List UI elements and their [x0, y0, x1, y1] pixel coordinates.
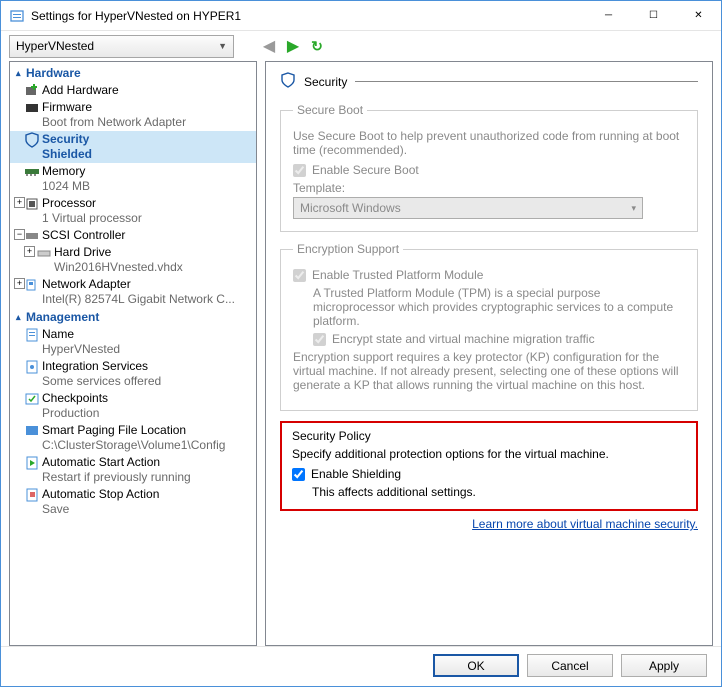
- cancel-button[interactable]: Cancel: [527, 654, 613, 677]
- name-icon: [24, 327, 40, 343]
- main-panel: Security Secure Boot Use Secure Boot to …: [265, 61, 713, 646]
- security-policy-group: Security Policy Specify additional prote…: [280, 421, 698, 511]
- enable-tpm-checkbox: Enable Trusted Platform Module: [293, 268, 685, 282]
- vm-selector[interactable]: HyperVNested ▼: [9, 35, 234, 58]
- auto-stop-icon: [24, 487, 40, 503]
- sidebar-item-integration-services[interactable]: Integration Services Some services offer…: [10, 358, 256, 390]
- title-bar: Settings for HyperVNested on HYPER1 ─ ☐ …: [1, 1, 721, 31]
- integration-icon: [24, 359, 40, 375]
- dialog-buttons: OK Cancel Apply: [1, 646, 721, 684]
- sidebar-item-checkpoints[interactable]: Checkpoints Production: [10, 390, 256, 422]
- secure-boot-group: Secure Boot Use Secure Boot to help prev…: [280, 103, 698, 232]
- security-policy-legend: Security Policy: [292, 429, 686, 443]
- refresh-button[interactable]: ↻: [306, 35, 328, 57]
- section-label: Management: [26, 310, 99, 324]
- settings-icon: [9, 8, 25, 24]
- memory-icon: [24, 164, 40, 180]
- toolbar: HyperVNested ▼ ◀ ▶ ↻: [1, 31, 721, 61]
- sidebar-item-hard-drive[interactable]: + Hard Drive Win2016HVnested.vhdx: [10, 244, 256, 276]
- sidebar-item-scsi-controller[interactable]: − SCSI Controller: [10, 227, 256, 244]
- sidebar-item-security[interactable]: Security Shielded: [10, 131, 256, 163]
- section-management[interactable]: ▴ Management: [10, 308, 256, 326]
- chevron-down-icon: ▼: [218, 41, 227, 51]
- shielding-note: This affects additional settings.: [312, 485, 686, 499]
- ok-button[interactable]: OK: [433, 654, 519, 677]
- firmware-icon: [24, 100, 40, 116]
- auto-start-icon: [24, 455, 40, 471]
- sidebar-item-smart-paging[interactable]: Smart Paging File Location C:\ClusterSto…: [10, 422, 256, 454]
- sidebar[interactable]: ▴ Hardware Add Hardware Firmware Boot fr…: [9, 61, 257, 646]
- enable-secure-boot-input: [293, 164, 306, 177]
- enable-shielding-input[interactable]: [292, 468, 305, 481]
- caret-up-icon: ▴: [16, 68, 26, 79]
- encryption-group: Encryption Support Enable Trusted Platfo…: [280, 242, 698, 411]
- kp-desc: Encryption support requires a key protec…: [293, 350, 685, 392]
- sidebar-item-processor[interactable]: + Processor 1 Virtual processor: [10, 195, 256, 227]
- close-button[interactable]: ✕: [676, 1, 721, 30]
- template-select: Microsoft Windows ▾: [293, 197, 643, 219]
- main-title: Security: [304, 75, 347, 89]
- enable-shielding-checkbox[interactable]: Enable Shielding: [292, 467, 686, 481]
- window-title: Settings for HyperVNested on HYPER1: [31, 9, 586, 23]
- tpm-desc: A Trusted Platform Module (TPM) is a spe…: [313, 286, 685, 328]
- security-policy-desc: Specify additional protection options fo…: [292, 447, 686, 461]
- template-label: Template:: [293, 181, 685, 195]
- hard-drive-icon: [36, 245, 52, 261]
- processor-icon: [24, 196, 40, 212]
- sidebar-item-memory[interactable]: Memory 1024 MB: [10, 163, 256, 195]
- section-hardware[interactable]: ▴ Hardware: [10, 64, 256, 82]
- sidebar-item-network-adapter[interactable]: + Network Adapter Intel(R) 82574L Gigabi…: [10, 276, 256, 308]
- divider: [355, 81, 698, 82]
- encryption-legend: Encryption Support: [293, 242, 403, 256]
- section-label: Hardware: [26, 66, 81, 80]
- network-adapter-icon: [24, 277, 40, 293]
- paging-icon: [24, 423, 40, 439]
- chevron-down-icon: ▾: [631, 203, 636, 214]
- expand-icon[interactable]: +: [24, 246, 35, 257]
- enable-secure-boot-checkbox: Enable Secure Boot: [293, 163, 685, 177]
- shield-icon: [24, 132, 40, 148]
- checkpoints-icon: [24, 391, 40, 407]
- encrypt-traffic-checkbox: Encrypt state and virtual machine migrat…: [313, 332, 685, 346]
- vm-selected-value: HyperVNested: [16, 39, 94, 53]
- encrypt-traffic-input: [313, 333, 326, 346]
- enable-tpm-input: [293, 269, 306, 282]
- shield-icon: [280, 72, 296, 91]
- add-hardware-icon: [24, 83, 40, 99]
- nav-forward-button[interactable]: ▶: [282, 35, 304, 57]
- maximize-button[interactable]: ☐: [631, 1, 676, 30]
- minimize-button[interactable]: ─: [586, 1, 631, 30]
- caret-up-icon: ▴: [16, 312, 26, 323]
- sidebar-item-auto-stop[interactable]: Automatic Stop Action Save: [10, 486, 256, 518]
- learn-more-link[interactable]: Learn more about virtual machine securit…: [472, 517, 698, 531]
- apply-button[interactable]: Apply: [621, 654, 707, 677]
- secure-boot-legend: Secure Boot: [293, 103, 367, 117]
- nav-back-button[interactable]: ◀: [258, 35, 280, 57]
- sidebar-item-name[interactable]: Name HyperVNested: [10, 326, 256, 358]
- sidebar-item-add-hardware[interactable]: Add Hardware: [10, 82, 256, 99]
- sidebar-item-firmware[interactable]: Firmware Boot from Network Adapter: [10, 99, 256, 131]
- scsi-icon: [24, 228, 40, 244]
- sidebar-item-auto-start[interactable]: Automatic Start Action Restart if previo…: [10, 454, 256, 486]
- secure-boot-desc: Use Secure Boot to help prevent unauthor…: [293, 129, 685, 157]
